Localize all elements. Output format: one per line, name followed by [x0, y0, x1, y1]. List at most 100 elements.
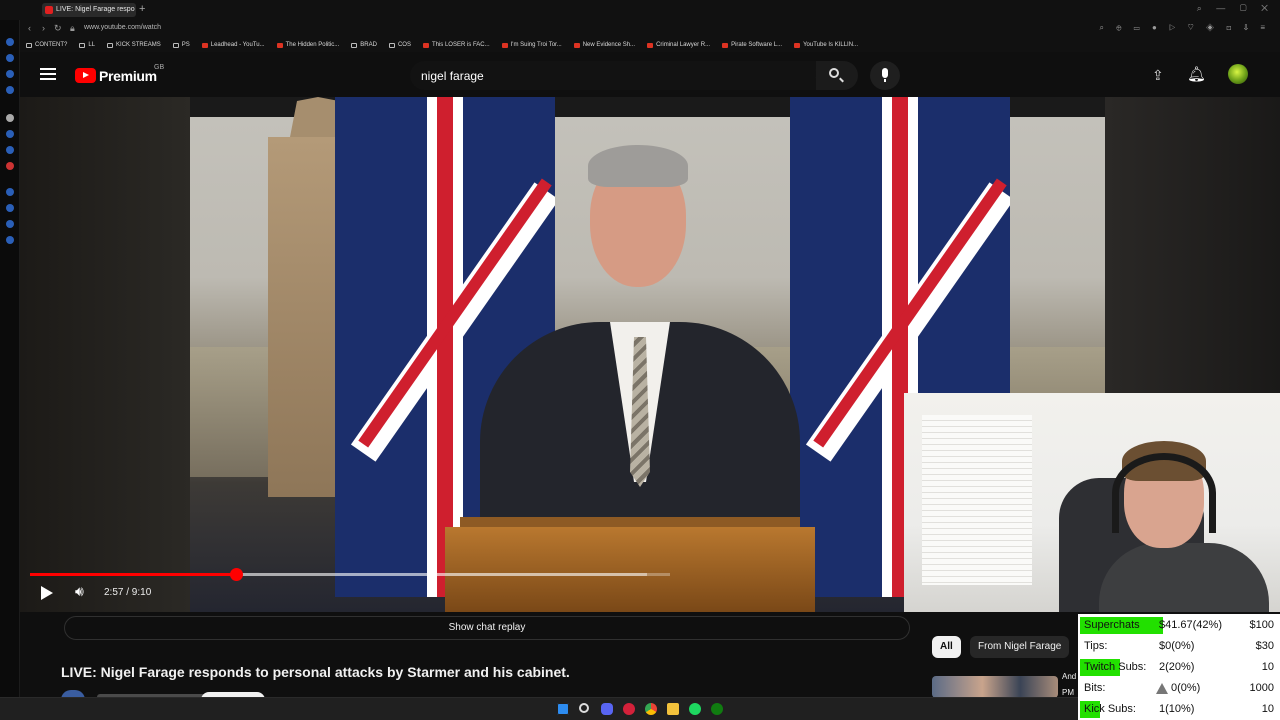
recommendation-label: PM	[1062, 688, 1074, 697]
stat-value: 1(10%)	[1159, 703, 1195, 715]
youtube-favicon-icon	[573, 42, 580, 48]
sidebar-app-icon[interactable]	[6, 188, 14, 196]
url-field[interactable]: www.youtube.com/watch	[84, 24, 161, 31]
youtube-favicon-icon	[422, 42, 429, 48]
folder-icon	[79, 42, 86, 48]
bookmark-item[interactable]: YouTube Is KILLIN...	[794, 42, 858, 48]
folder-icon	[26, 42, 32, 48]
bookmark-item[interactable]: Criminal Lawyer R...	[647, 42, 710, 48]
bookmark-item[interactable]: The Hidden Politic...	[276, 42, 339, 48]
microphone-icon	[882, 68, 888, 82]
menu-icon[interactable]	[40, 68, 56, 80]
windows-taskbar	[0, 697, 1078, 720]
opera-icon[interactable]	[623, 703, 635, 715]
bookmark-item[interactable]: COS	[388, 42, 411, 48]
bookmark-item[interactable]: This LOSER is FAC...	[422, 42, 490, 48]
account-avatar[interactable]	[1228, 64, 1248, 84]
stat-goal: $100	[1249, 619, 1274, 631]
youtube-favicon-icon	[201, 42, 208, 48]
xbox-icon[interactable]	[711, 703, 723, 715]
extension-icons[interactable]: ⌕ ⊕ ▭ ● ▷ ♡ ◈ ⊡ ⇩ ≡	[1100, 23, 1270, 33]
sidebar-app-icon[interactable]	[6, 236, 14, 244]
player-letterbox	[20, 97, 190, 612]
progress-scrubber-handle[interactable]	[230, 568, 244, 581]
chip-all[interactable]: All	[932, 636, 961, 658]
progress-played	[30, 573, 237, 576]
podium	[445, 527, 815, 612]
recommendation-thumbnail[interactable]	[932, 676, 1058, 698]
sidebar-app-icon[interactable]	[6, 204, 14, 212]
search-input[interactable]: nigel farage ✕	[410, 61, 836, 90]
show-chat-replay-button[interactable]: Show chat replay	[64, 616, 910, 640]
window-controls[interactable]: ⌕ ― ▢ ✕	[1197, 3, 1274, 14]
forward-icon[interactable]: ›	[42, 23, 45, 33]
search-icon[interactable]	[579, 703, 589, 713]
stat-label: Kick Subs:	[1084, 703, 1136, 715]
search-button[interactable]	[816, 61, 858, 90]
bits-icon	[1156, 683, 1168, 694]
voice-search-button[interactable]	[870, 61, 900, 90]
headset	[1112, 453, 1216, 533]
chip-from-nigel-farage[interactable]: From Nigel Farage	[970, 636, 1070, 658]
folder-icon	[351, 42, 358, 48]
stat-goal: 10	[1261, 661, 1274, 673]
bookmark-item[interactable]: Pirate Software L...	[722, 42, 782, 48]
browser-tab-active[interactable]: LIVE: Nigel Farage respo	[42, 3, 136, 17]
discord-icon[interactable]	[601, 703, 613, 715]
bookmark-item[interactable]: CONTENT?	[26, 42, 67, 48]
sidebar-app-icon[interactable]	[6, 38, 14, 46]
bookmark-item[interactable]: BRAD	[351, 42, 377, 48]
player-letterbox	[1105, 97, 1280, 397]
stat-goal: $30	[1255, 640, 1274, 652]
windows-start-icon[interactable]	[557, 703, 569, 715]
streamer-body	[1099, 543, 1269, 612]
stat-value: $41.67(42%)	[1159, 619, 1222, 631]
stat-goal: 1000	[1249, 682, 1274, 694]
bookmark-item[interactable]: New Evidence Sh...	[573, 42, 635, 48]
youtube-favicon-icon	[45, 6, 53, 14]
bookmark-item[interactable]: PS	[172, 42, 190, 48]
folder-icon	[172, 42, 179, 48]
notifications-bell-icon[interactable]: 🔔︎	[1187, 65, 1206, 83]
youtube-favicon-icon	[794, 42, 801, 48]
sidebar-app-icon[interactable]	[6, 86, 14, 94]
spotify-icon[interactable]	[689, 703, 701, 715]
progress-bar[interactable]	[30, 568, 670, 581]
bookmark-item[interactable]: LL	[79, 42, 95, 48]
chrome-icon[interactable]	[645, 703, 657, 715]
sidebar-app-icon[interactable]	[6, 220, 14, 228]
stat-row-bits: Bits: 0(0%) 1000	[1078, 678, 1280, 698]
sidebar-app-icon[interactable]	[6, 162, 14, 170]
time-display: 2:57 / 9:10	[104, 587, 152, 598]
play-button-icon[interactable]	[41, 586, 53, 600]
bookmark-item[interactable]: KICK STREAMS	[107, 42, 161, 48]
stat-label: Twitch Subs:	[1084, 661, 1147, 673]
new-tab-plus-icon[interactable]: +	[139, 3, 145, 15]
reload-icon[interactable]: ↻	[54, 23, 62, 34]
stat-label: Tips:	[1084, 640, 1108, 652]
search-input-value: nigel farage	[421, 69, 484, 83]
logo-text[interactable]: Premium	[99, 68, 157, 84]
youtube-logo-icon[interactable]	[75, 68, 96, 83]
create-icon[interactable]: ⇪	[1152, 67, 1164, 84]
stat-value: 2(20%)	[1159, 661, 1195, 673]
stream-goals-overlay: Superchats $41.67(42%) $100 Tips: $0(0%)…	[1078, 614, 1280, 720]
video-title: LIVE: Nigel Farage responds to personal …	[61, 664, 570, 680]
sidebar-app-icon[interactable]	[6, 130, 14, 138]
search-icon	[829, 68, 839, 78]
volume-icon[interactable]: 🔊︎	[75, 583, 84, 600]
back-icon[interactable]: ‹	[28, 23, 31, 33]
bookmark-item[interactable]: Leadhead - YouTu...	[201, 42, 265, 48]
stat-value: 0(0%)	[1171, 682, 1201, 694]
sidebar-app-icon[interactable]	[6, 146, 14, 154]
stat-row-superchats: Superchats $41.67(42%) $100	[1078, 615, 1280, 635]
stat-row-tips: Tips: $0(0%) $30	[1078, 636, 1280, 656]
sidebar-app-icon[interactable]	[6, 70, 14, 78]
file-explorer-icon[interactable]	[667, 703, 679, 715]
speaker-hair	[588, 145, 688, 187]
sidebar-app-icon[interactable]	[6, 114, 14, 122]
bookmark-item[interactable]: I'm Suing Troi Tor...	[501, 42, 562, 48]
stat-row-kick-subs: Kick Subs: 1(10%) 10	[1078, 699, 1280, 719]
video-player[interactable]: 🔊︎ 2:57 / 9:10	[20, 97, 1280, 612]
sidebar-app-icon[interactable]	[6, 54, 14, 62]
